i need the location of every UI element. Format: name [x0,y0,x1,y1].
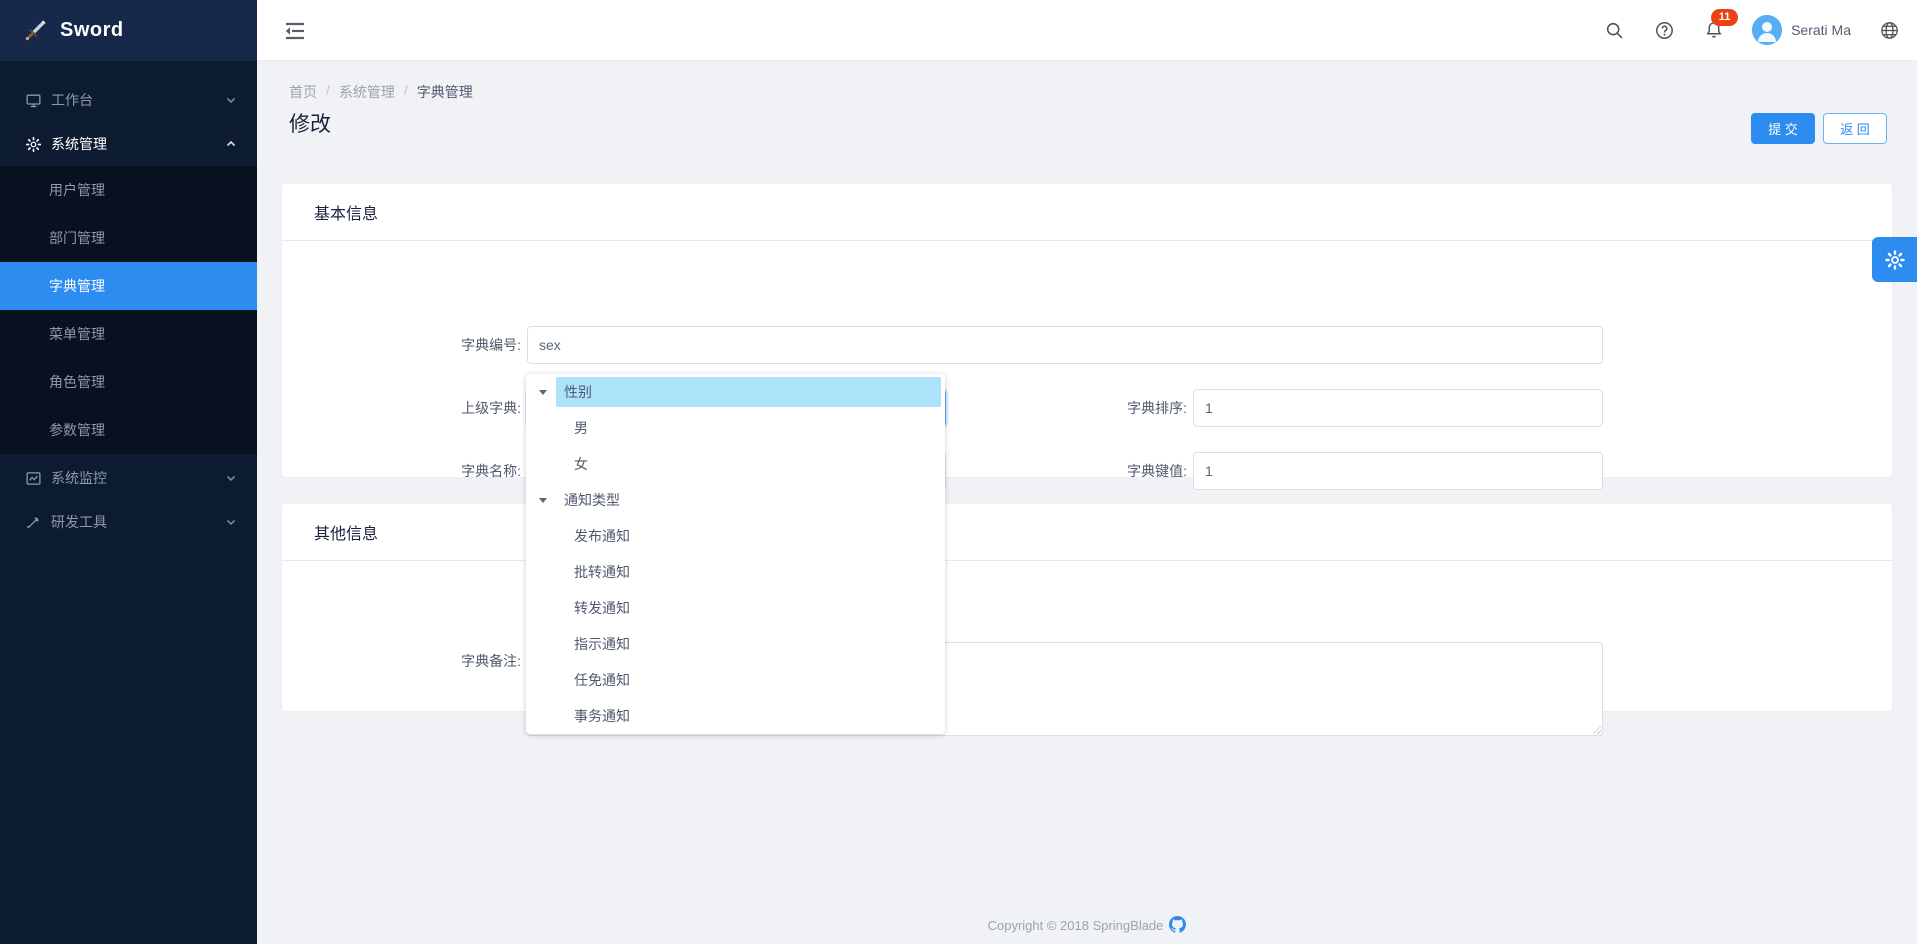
dict-key-label: 字典键值: [1037,452,1187,490]
language-button[interactable] [1877,18,1901,42]
card-title: 其他信息 [282,504,1892,561]
sidebar-item-role-mgmt[interactable]: 角色管理 [0,358,257,406]
dict-remark-label: 字典备注: [371,642,521,680]
github-icon[interactable] [1163,916,1186,933]
chevron-down-icon [225,516,237,528]
copyright-text: Copyright © 2018 SpringBlade [988,918,1164,933]
notifications-button[interactable]: 11 [1702,18,1726,42]
breadcrumb: 首页 / 系统管理 / 字典管理 [289,82,473,102]
sidebar: Sword 工作台 系统管理 [0,0,257,944]
search-button[interactable] [1602,18,1626,42]
monitor-icon [25,92,42,109]
tree-option[interactable]: 指示通知 [526,626,945,662]
menu-fold-icon[interactable] [283,18,309,44]
submit-button[interactable]: 提 交 [1751,113,1815,144]
sidebar-item-monitor[interactable]: 系统监控 [0,456,257,500]
breadcrumb-separator: / [326,82,330,102]
tree-option[interactable]: 任免通知 [526,662,945,698]
card-title: 基本信息 [282,184,1892,241]
sidebar-item-dict-mgmt[interactable]: 字典管理 [0,262,257,310]
basic-info-card: 基本信息 字典编号: 上级字典: 性别 字典排序: 字典名称: 字典键值: [281,183,1893,478]
tree-option[interactable]: 转发通知 [526,590,945,626]
user-menu[interactable]: Serati Ma [1752,15,1851,45]
tree-option[interactable]: 男 [526,410,945,446]
page-title: 修改 [289,108,331,138]
dict-sort-input[interactable] [1193,389,1603,427]
sidebar-submenu-system: 用户管理 部门管理 字典管理 菜单管理 角色管理 参数管理 [0,166,257,454]
sidebar-item-dept-mgmt[interactable]: 部门管理 [0,214,257,262]
chevron-down-icon [225,472,237,484]
avatar [1752,15,1782,45]
content-area: 首页 / 系统管理 / 字典管理 修改 提 交 返 回 基本信息 字典编号: 上… [257,61,1917,944]
chevron-down-icon [225,94,237,106]
sidebar-item-workbench[interactable]: 工作台 [0,78,257,122]
theme-settings-button[interactable] [1872,237,1917,282]
globe-icon [1879,20,1900,41]
tools-icon [25,514,42,531]
sidebar-item-label: 工作台 [51,90,225,110]
tree-option[interactable]: 性别 [526,374,945,410]
chevron-up-icon [225,138,237,150]
user-name: Serati Ma [1791,22,1851,38]
breadcrumb-system[interactable]: 系统管理 [339,82,395,102]
help-button[interactable] [1652,18,1676,42]
tree-option[interactable]: 女 [526,446,945,482]
sidebar-item-devtools[interactable]: 研发工具 [0,500,257,544]
notification-badge: 11 [1711,9,1738,26]
dict-name-label: 字典名称: [371,452,521,490]
other-info-card: 其他信息 字典备注: [281,503,1893,712]
parent-dict-label: 上级字典: [371,389,521,427]
parent-dict-dropdown: 性别 男 女 通知类型 发布通知 批转通知 转发通知 指示通知 任免通知 事务通… [526,374,945,734]
gear-icon [1884,249,1906,271]
dict-sort-label: 字典排序: [1037,389,1187,427]
breadcrumb-current: 字典管理 [417,82,473,102]
topbar-actions: 11 Serati Ma [1602,0,1901,60]
tree-option[interactable]: 事务通知 [526,698,945,734]
question-circle-icon [1654,20,1675,41]
sword-icon [22,18,48,44]
tree-option[interactable]: 批转通知 [526,554,945,590]
topbar: 11 Serati Ma [257,0,1917,61]
dict-code-label: 字典编号: [371,326,521,364]
sidebar-item-menu-mgmt[interactable]: 菜单管理 [0,310,257,358]
back-button[interactable]: 返 回 [1823,113,1887,144]
dict-key-input[interactable] [1193,452,1603,490]
sidebar-item-user-mgmt[interactable]: 用户管理 [0,166,257,214]
brand-logo: Sword [0,0,257,61]
tree-caret-icon[interactable] [539,498,547,503]
breadcrumb-separator: / [404,82,408,102]
brand-name: Sword [60,19,124,42]
sidebar-item-label: 研发工具 [51,512,225,532]
tree-option[interactable]: 通知类型 [526,482,945,518]
footer: Copyright © 2018 SpringBlade [257,916,1917,933]
dict-code-input[interactable] [527,326,1603,364]
search-icon [1604,20,1625,41]
chart-icon [25,470,42,487]
tree-caret-icon[interactable] [539,390,547,395]
sidebar-item-label: 系统管理 [51,134,225,154]
sidebar-item-param-mgmt[interactable]: 参数管理 [0,406,257,454]
sidebar-item-label: 系统监控 [51,468,225,488]
tree-option[interactable]: 发布通知 [526,518,945,554]
sidebar-item-system[interactable]: 系统管理 [0,122,257,166]
gear-icon [25,136,42,153]
breadcrumb-home[interactable]: 首页 [289,82,317,102]
